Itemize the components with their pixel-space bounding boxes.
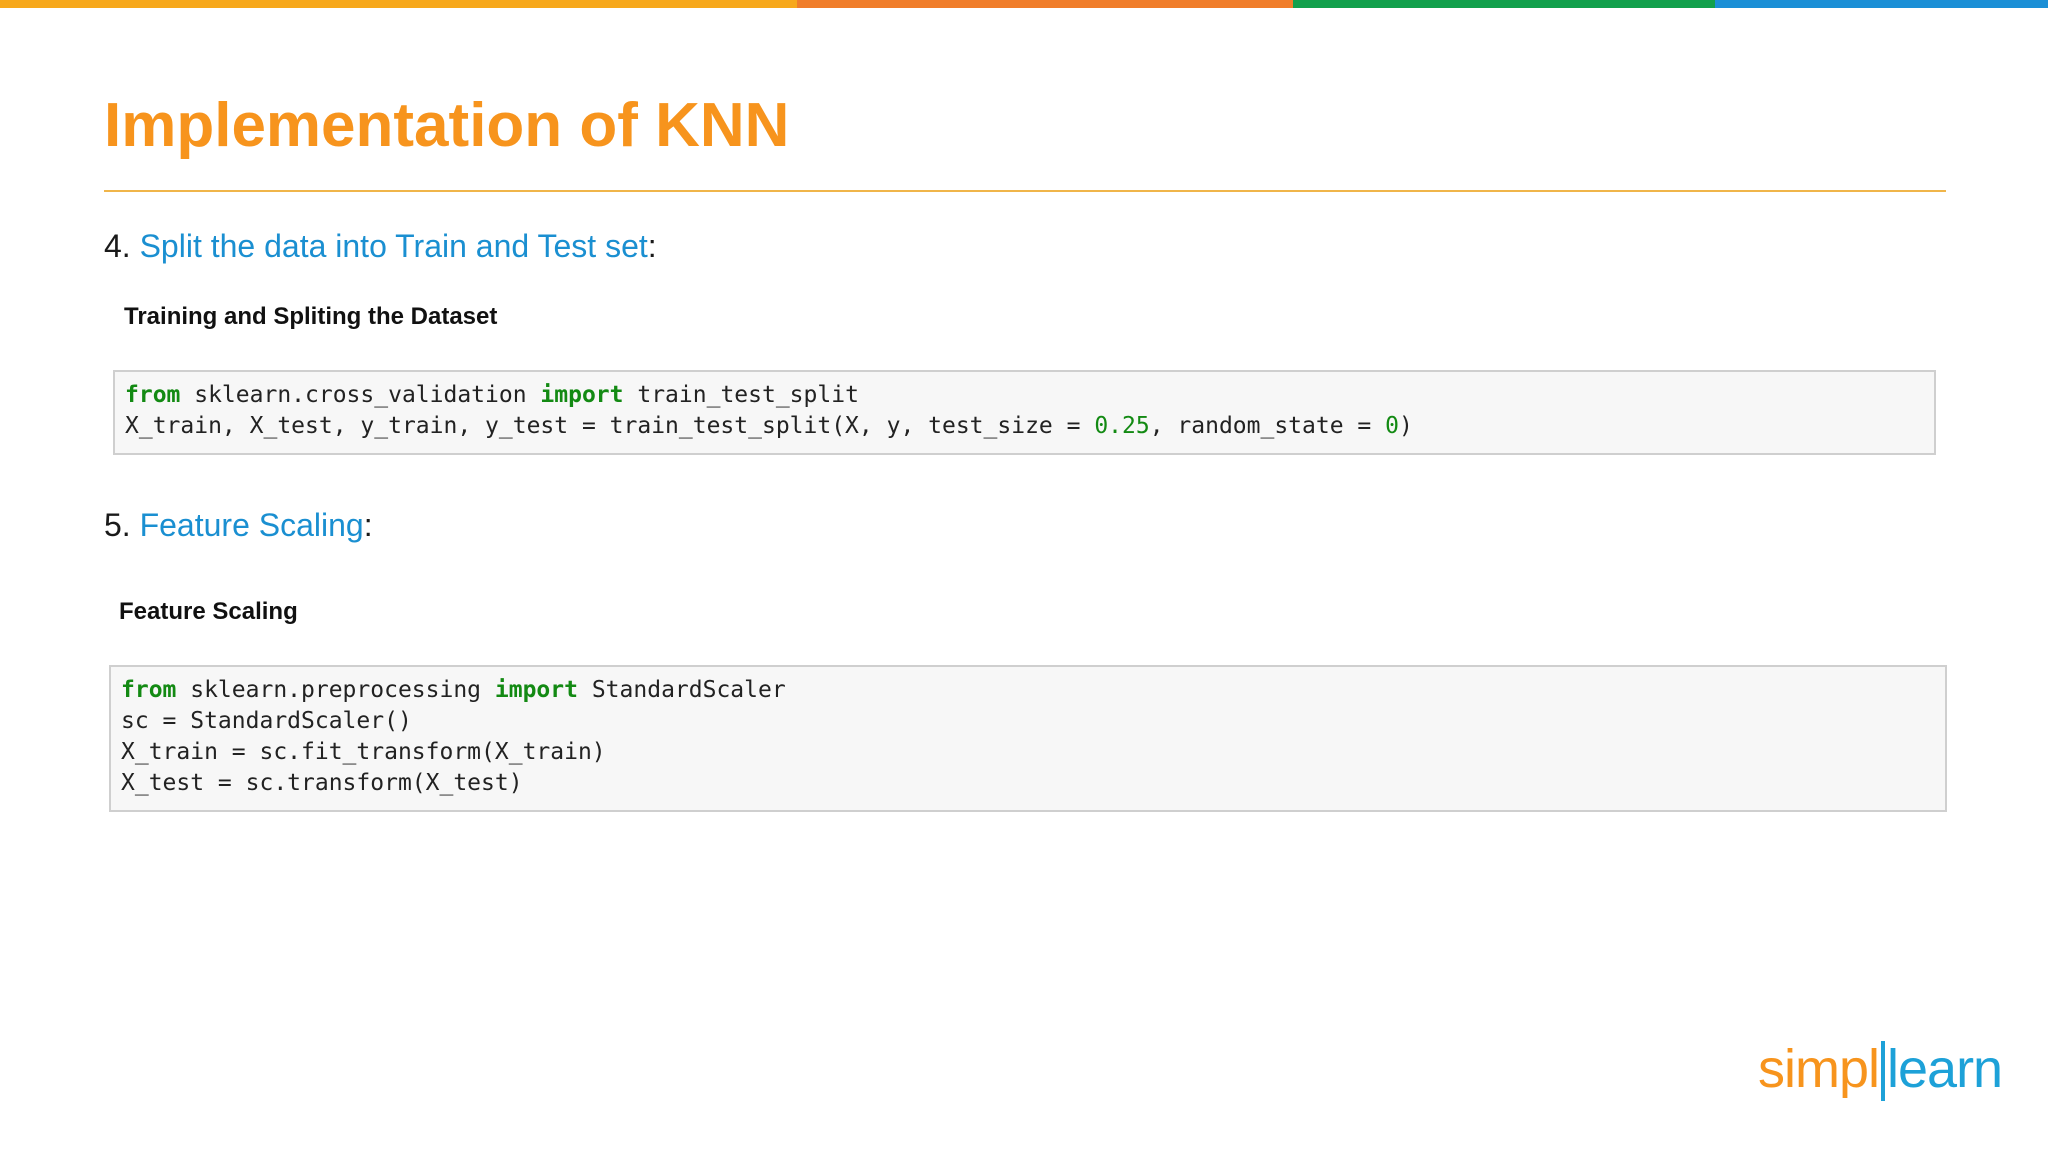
step-5-subheading: Feature Scaling [119, 598, 298, 625]
logo-text-simpl: simpl [1758, 1039, 1880, 1099]
top-bar-segment-dark-orange [797, 0, 1293, 8]
code-text: StandardScaler [577, 677, 786, 703]
code-line: sc = StandardScaler() [121, 708, 412, 734]
code-line: from sklearn.preprocessing import Standa… [121, 675, 1935, 706]
step-5-suffix: : [363, 507, 373, 543]
code-number: 0 [1385, 413, 1399, 439]
step-5-link[interactable]: Feature Scaling [140, 507, 364, 543]
code-text: X_train, X_test, y_train, y_test = train… [125, 413, 1095, 439]
title-divider [104, 190, 1946, 192]
step-4-link[interactable]: Split the data into Train and Test set [140, 228, 648, 264]
code-cell-scaling: from sklearn.preprocessing import Standa… [109, 665, 1947, 812]
top-bar-segment-blue [1715, 0, 2048, 8]
code-text: train_test_split [623, 382, 859, 408]
code-text: , random_state = [1149, 413, 1386, 439]
code-text: sklearn.cross_validation [180, 382, 541, 408]
logo-text-learn: learn [1887, 1039, 2003, 1099]
code-line: X_test = sc.transform(X_test) [121, 770, 523, 796]
code-line: from sklearn.cross_validation import tra… [125, 380, 1924, 411]
top-color-bar [0, 0, 2048, 8]
logo-divider-icon [1881, 1041, 1886, 1101]
code-keyword: from [121, 677, 177, 703]
step-4-number: 4. [104, 228, 131, 264]
code-number: 0.25 [1094, 413, 1150, 439]
code-cell-split: from sklearn.cross_validation import tra… [113, 370, 1936, 455]
slide-title: Implementation of KNN [104, 91, 790, 160]
code-keyword: import [540, 382, 624, 408]
step-5-heading: 5. Feature Scaling: [104, 505, 373, 545]
step-4-suffix: : [647, 228, 657, 264]
simplilearn-logo: simpl learn [1758, 1036, 2003, 1106]
code-line: X_train, X_test, y_train, y_test = train… [125, 411, 1924, 442]
top-bar-segment-orange [0, 0, 797, 8]
code-text: sklearn.preprocessing [176, 677, 495, 703]
code-line: X_train = sc.fit_transform(X_train) [121, 739, 606, 765]
code-keyword: import [494, 677, 578, 703]
code-keyword: from [125, 382, 181, 408]
step-4-heading: 4. Split the data into Train and Test se… [104, 226, 657, 266]
step-4-subheading: Training and Spliting the Dataset [124, 303, 498, 330]
top-bar-segment-green [1293, 0, 1715, 8]
code-text: ) [1398, 413, 1413, 439]
step-5-number: 5. [104, 507, 131, 543]
